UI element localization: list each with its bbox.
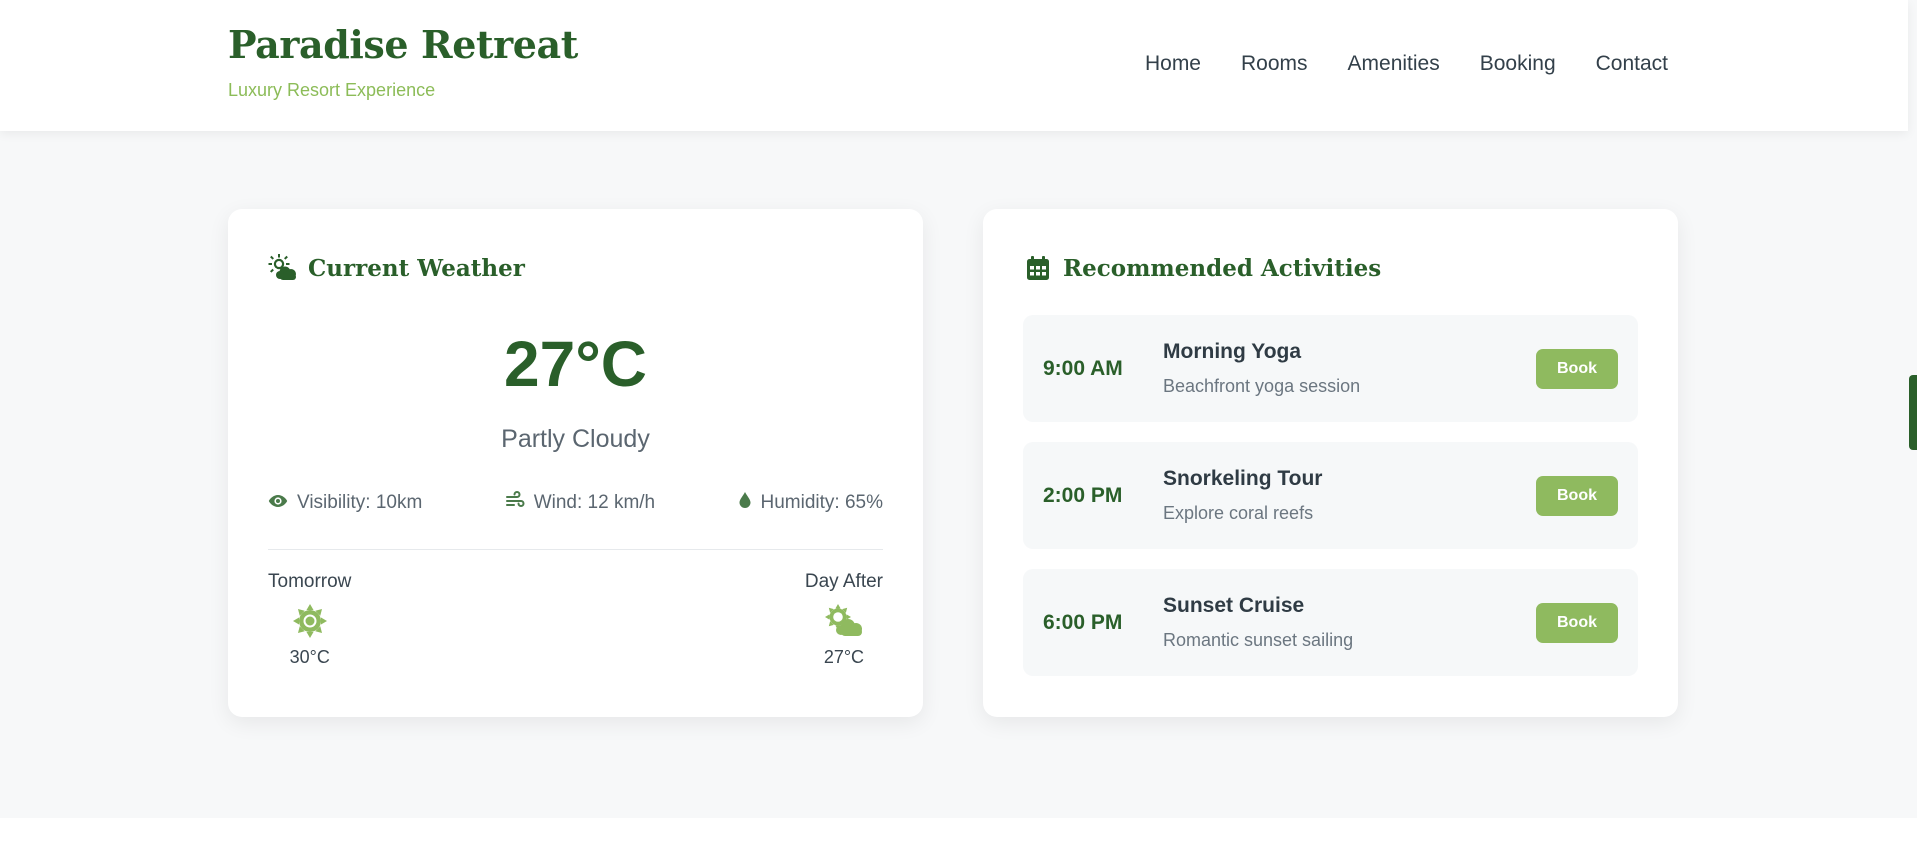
stat-visibility: Visibility: 10km bbox=[268, 491, 422, 515]
activity-description: Beachfront yoga session bbox=[1163, 376, 1361, 396]
weather-card: Current Weather 27°C Partly Cloudy Visib… bbox=[228, 209, 923, 717]
stat-wind: Wind: 12 km/h bbox=[505, 491, 655, 515]
brand: Paradise Retreat Luxury Resort Experienc… bbox=[228, 22, 578, 101]
activity-info: Sunset Cruise Romantic sunset sailing bbox=[1163, 594, 1353, 651]
site-header: Paradise Retreat Luxury Resort Experienc… bbox=[0, 0, 1908, 131]
eye-icon bbox=[268, 492, 288, 514]
nav-amenities[interactable]: Amenities bbox=[1348, 52, 1440, 76]
stat-humidity-text: Humidity: 65% bbox=[760, 492, 884, 513]
activity-description: Explore coral reefs bbox=[1163, 503, 1314, 523]
forecast-day-after: Day After 27°C bbox=[805, 571, 883, 668]
nav-rooms[interactable]: Rooms bbox=[1241, 52, 1308, 76]
weather-condition: Partly Cloudy bbox=[501, 425, 650, 453]
forecast-day: Day After bbox=[804, 571, 883, 592]
forecast-temp: 27°C bbox=[823, 647, 865, 667]
activity-info: Snorkeling Tour Explore coral reefs bbox=[1163, 467, 1322, 524]
forecast-day: Tomorrow bbox=[268, 571, 352, 592]
current-temperature: 27°C bbox=[504, 328, 647, 400]
nav-booking[interactable]: Booking bbox=[1480, 52, 1556, 76]
activities-card: Recommended Activities 9:00 AM Morning Y… bbox=[983, 209, 1678, 717]
activity-item: 6:00 PM Sunset Cruise Romantic sunset sa… bbox=[1023, 569, 1638, 676]
cloud-sun-icon bbox=[824, 603, 864, 639]
activity-name: Sunset Cruise bbox=[1163, 594, 1305, 617]
book-button[interactable]: Book bbox=[1536, 349, 1618, 389]
forecast-temp: 30°C bbox=[289, 647, 330, 667]
droplet-icon bbox=[738, 491, 752, 515]
activities-card-header: Recommended Activities bbox=[1023, 253, 1381, 283]
activity-time: 2:00 PM bbox=[1043, 483, 1123, 507]
forecast-tomorrow: Tomorrow 30°C bbox=[268, 571, 351, 668]
activity-item: 9:00 AM Morning Yoga Beachfront yoga ses… bbox=[1023, 315, 1638, 422]
nav-contact[interactable]: Contact bbox=[1596, 52, 1668, 76]
activity-description: Romantic sunset sailing bbox=[1163, 630, 1354, 650]
brand-tagline: Luxury Resort Experience bbox=[228, 80, 436, 100]
footer-strip bbox=[0, 818, 1917, 856]
activity-list: 9:00 AM Morning Yoga Beachfront yoga ses… bbox=[1023, 315, 1638, 696]
weather-card-title: Current Weather bbox=[308, 254, 525, 282]
main-nav: Home Rooms Amenities Booking Contact bbox=[1145, 52, 1668, 76]
sun-icon bbox=[290, 603, 330, 639]
weather-card-header: Current Weather bbox=[268, 253, 525, 283]
cloud-sun-icon bbox=[268, 253, 298, 283]
stat-visibility-text: Visibility: 10km bbox=[297, 492, 423, 513]
brand-title[interactable]: Paradise Retreat bbox=[228, 22, 578, 67]
scrollbar-thumb[interactable] bbox=[1909, 375, 1917, 450]
nav-home[interactable]: Home bbox=[1145, 52, 1201, 76]
book-button[interactable]: Book bbox=[1536, 476, 1618, 516]
weather-divider bbox=[268, 549, 883, 550]
activity-time: 9:00 AM bbox=[1043, 356, 1123, 380]
wind-icon bbox=[505, 491, 525, 515]
stat-wind-text: Wind: 12 km/h bbox=[533, 492, 656, 513]
stat-humidity: Humidity: 65% bbox=[738, 491, 884, 515]
activity-name: Snorkeling Tour bbox=[1163, 467, 1323, 490]
activity-item: 2:00 PM Snorkeling Tour Explore coral re… bbox=[1023, 442, 1638, 549]
weather-stats: Visibility: 10km Wind: 12 km/h Humidity:… bbox=[268, 491, 883, 515]
activity-info: Morning Yoga Beachfront yoga session bbox=[1163, 340, 1360, 397]
book-button[interactable]: Book bbox=[1536, 603, 1618, 643]
activity-name: Morning Yoga bbox=[1163, 340, 1302, 363]
activities-card-title: Recommended Activities bbox=[1063, 254, 1382, 282]
calendar-icon bbox=[1023, 253, 1053, 283]
activity-time: 6:00 PM bbox=[1043, 610, 1123, 634]
